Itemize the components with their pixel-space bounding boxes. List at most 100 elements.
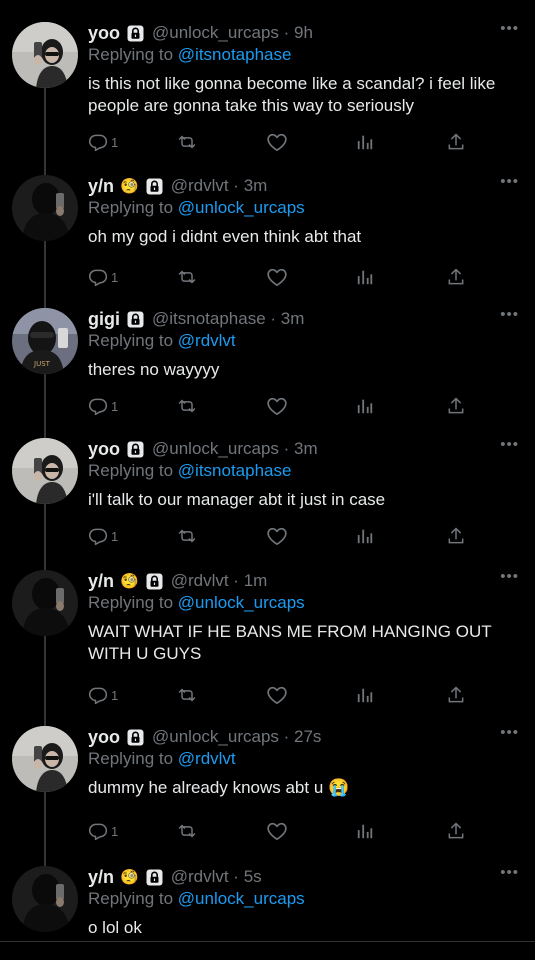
timestamp[interactable]: 3m [244,176,268,195]
reply-button[interactable]: 1 [88,267,118,287]
separator: · [278,23,295,42]
avatar[interactable] [12,438,78,504]
share-button[interactable] [446,526,466,546]
more-options-button[interactable]: ••• [500,436,519,453]
like-button[interactable] [266,132,288,152]
handle-and-time[interactable]: @rdvlvt · 1m [171,571,268,591]
retweet-button[interactable] [176,132,198,152]
timestamp[interactable]: 3m [281,309,305,328]
retweet-button[interactable] [176,526,198,546]
analytics-button[interactable] [356,527,374,545]
thread-connector-line [44,792,46,866]
replying-to-link[interactable]: @unlock_urcaps [178,889,305,908]
more-options-button[interactable]: ••• [500,568,519,585]
avatar[interactable] [12,866,78,932]
replying-to-link[interactable]: @unlock_urcaps [178,198,305,217]
like-button[interactable] [266,685,288,705]
retweet-button[interactable] [176,396,198,416]
retweet-button[interactable] [176,821,198,841]
avatar[interactable] [12,175,78,241]
user-handle[interactable]: @unlock_urcaps [152,23,279,42]
user-handle[interactable]: @unlock_urcaps [152,439,279,458]
handle-and-time[interactable]: @unlock_urcaps · 9h [152,23,313,43]
like-button[interactable] [266,821,288,841]
replying-to-link[interactable]: @itsnotaphase [178,45,292,64]
thread-connector-line [44,241,46,308]
analytics-button[interactable] [356,686,374,704]
share-button[interactable] [446,396,466,416]
display-name[interactable]: y/n [88,176,114,197]
replying-to-link[interactable]: @rdvlvt [178,331,236,350]
timestamp[interactable]: 1m [244,571,268,590]
user-handle[interactable]: @rdvlvt [171,867,229,886]
separator: · [265,309,281,328]
handle-and-time[interactable]: @unlock_urcaps · 3m [152,439,318,459]
handle-and-time[interactable]: @rdvlvt · 5s [171,867,262,887]
tweet-body: yoo @unlock_urcaps · 27s ••• Replying to @r… [88,724,519,841]
analytics-button[interactable] [356,133,374,151]
replying-to-link[interactable]: @itsnotaphase [178,461,292,480]
display-name[interactable]: y/n [88,571,114,592]
share-button[interactable] [446,821,466,841]
like-button[interactable] [266,526,288,546]
avatar[interactable] [12,726,78,792]
analytics-button[interactable] [356,268,374,286]
share-button[interactable] [446,132,466,152]
replying-to-link[interactable]: @unlock_urcaps [178,593,305,612]
timestamp[interactable]: 27s [294,727,321,746]
display-name[interactable]: gigi [88,309,120,330]
analytics-icon [356,686,374,704]
retweet-icon [176,685,198,705]
display-name[interactable]: yoo [88,23,120,44]
user-handle[interactable]: @itsnotaphase [152,309,266,328]
heart-icon [266,526,288,546]
reply-button[interactable]: 1 [88,396,118,416]
timestamp[interactable]: 9h [294,23,313,42]
analytics-button[interactable] [356,822,374,840]
reply-button[interactable]: 1 [88,526,118,546]
like-button[interactable] [266,267,288,287]
more-options-button[interactable]: ••• [500,724,519,741]
user-handle[interactable]: @unlock_urcaps [152,727,279,746]
handle-and-time[interactable]: @rdvlvt · 3m [171,176,268,196]
user-handle[interactable]: @rdvlvt [171,571,229,590]
tweet-header: yoo @unlock_urcaps · 9h [88,22,519,44]
handle-and-time[interactable]: @unlock_urcaps · 27s [152,727,321,747]
share-button[interactable] [446,267,466,287]
tweet-body: y/n 🧐 @rdvlvt · 5s ••• Replying to @unlock_u… [88,864,519,939]
avatar[interactable] [12,570,78,636]
timestamp[interactable]: 5s [244,867,262,886]
user-handle[interactable]: @rdvlvt [171,176,229,195]
replying-to: Replying to @itsnotaphase [88,461,519,483]
tweet-text: is this not like gonna become like a sca… [88,74,496,115]
tweet-body: gigi @itsnotaphase · 3m ••• Replying to @rd… [88,306,519,416]
replying-to: Replying to @itsnotaphase [88,45,519,67]
reply-count: 1 [111,134,119,150]
retweet-button[interactable] [176,267,198,287]
more-options-button[interactable]: ••• [500,20,519,37]
avatar[interactable]: JUST [12,308,78,374]
analytics-button[interactable] [356,397,374,415]
timestamp[interactable]: 3m [294,439,318,458]
retweet-button[interactable] [176,685,198,705]
reply-icon [88,132,108,152]
lock-icon [127,25,144,42]
replying-to-link[interactable]: @rdvlvt [178,749,236,768]
display-name[interactable]: y/n [88,867,114,888]
like-button[interactable] [266,396,288,416]
more-options-button[interactable]: ••• [500,173,519,190]
reply-button[interactable]: 1 [88,685,118,705]
replying-to: Replying to @unlock_urcaps [88,889,519,911]
display-name[interactable]: yoo [88,439,120,460]
tweet-header: y/n 🧐 @rdvlvt · 5s [88,866,519,888]
retweet-icon [176,132,198,152]
reply-button[interactable]: 1 [88,821,118,841]
reply-button[interactable]: 1 [88,132,118,152]
avatar[interactable] [12,22,78,88]
handle-and-time[interactable]: @itsnotaphase · 3m [152,309,304,329]
more-options-button[interactable]: ••• [500,864,519,881]
share-button[interactable] [446,685,466,705]
more-options-button[interactable]: ••• [500,306,519,323]
lock-icon [127,729,144,746]
display-name[interactable]: yoo [88,727,120,748]
